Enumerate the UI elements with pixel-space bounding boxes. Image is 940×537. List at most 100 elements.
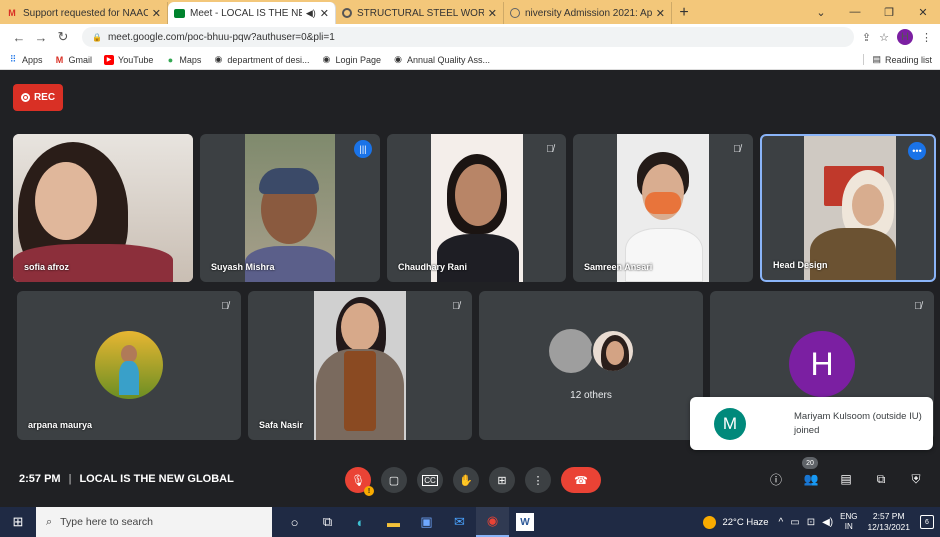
weather-widget[interactable]: 22°C Haze (703, 515, 769, 529)
more-options-icon[interactable]: ••• (908, 142, 926, 160)
url-field[interactable]: 🔒 meet.google.com/poc-bhuu-pqw?authuser=… (82, 27, 854, 47)
participant-name: Samreen Ansari (584, 262, 653, 272)
gmail-icon: M (55, 54, 64, 65)
gmail-icon: M (8, 8, 16, 18)
host-controls-button[interactable]: ⛨ (906, 469, 926, 489)
language-indicator[interactable]: ENG IN (840, 512, 857, 531)
meet-icon (174, 8, 185, 18)
lock-icon: 🔒 (92, 32, 102, 42)
more-options-button[interactable]: ⋮ (525, 467, 551, 493)
notification-center-icon[interactable]: 6 (920, 515, 934, 529)
windows-taskbar: ⊞ ⌕ Type here to search ○ ⧉ ◐ ▬ ▣ ✉ ◉ W … (0, 507, 940, 537)
tab-search-icon[interactable]: ⌄ (804, 6, 838, 19)
forward-icon[interactable]: → (30, 30, 52, 45)
bookmark-maps[interactable]: ● Maps (165, 55, 202, 65)
bookmark-youtube[interactable]: ▶ YouTube (104, 54, 153, 65)
more-vert-icon: ⋮ (532, 474, 544, 487)
new-tab-button[interactable]: + (672, 2, 696, 24)
star-icon[interactable]: ☆ (879, 31, 889, 44)
participant-video (245, 134, 335, 282)
bookmark-gmail[interactable]: M Gmail (55, 54, 92, 65)
speaking-indicator-icon: ||| (354, 140, 372, 158)
system-tray: 22°C Haze ^ ▭ ⊡ ◀) ENG IN 2:57 PM 12/13/… (703, 507, 940, 537)
participant-tile[interactable]: ||| Suyash Mishra (200, 134, 380, 282)
participant-tile[interactable]: sofia afroz (13, 134, 193, 282)
bookmark-login[interactable]: ◉ Login Page (321, 54, 381, 65)
captions-button[interactable]: CC (417, 467, 443, 493)
participant-tile[interactable]: 🎙̸ Safa Nasir (248, 291, 472, 440)
browser-tab-bar: M Support requested for NAAC Crit ✕ Meet… (0, 0, 940, 24)
close-window-button[interactable]: ✕ (906, 6, 940, 19)
task-view-icon[interactable]: ⧉ (311, 507, 344, 537)
participant-tile[interactable]: 🎙̸ Samreen Ansari (573, 134, 753, 282)
mic-off-icon: 🎙̸ (221, 300, 229, 312)
youtube-icon: ▶ (104, 54, 115, 65)
volume-icon[interactable]: ◀) (822, 517, 833, 528)
tab-title: STRUCTURAL STEEL WORK Unit (357, 7, 484, 19)
bookmark-apps[interactable]: ⠿ Apps (8, 54, 43, 65)
tab-gmail[interactable]: M Support requested for NAAC Crit ✕ (0, 2, 168, 24)
windows-start-icon[interactable]: ⊞ (0, 514, 36, 530)
bookmark-annual-quality[interactable]: ◉ Annual Quality Ass... (393, 54, 490, 65)
close-tab-icon[interactable]: ✕ (320, 7, 329, 20)
close-tab-icon[interactable]: ✕ (656, 7, 665, 20)
chrome-icon[interactable]: ◉ (476, 507, 509, 537)
tab-meet[interactable]: Meet - LOCAL IS THE NEW G ◀) ✕ (168, 2, 336, 24)
battery-icon[interactable]: ▭ (790, 517, 799, 528)
participant-tile[interactable]: ••• Head Design (760, 134, 936, 282)
people-icon: 👥 (803, 472, 819, 486)
taskbar-search-box[interactable]: ⌕ Type here to search (36, 507, 272, 537)
participant-video (314, 291, 406, 440)
participant-avatar (591, 329, 635, 373)
participant-avatar: H (789, 331, 855, 397)
chevron-up-icon[interactable]: ^ (779, 517, 784, 528)
apps-grid-icon: ⠿ (9, 54, 17, 64)
edge-icon[interactable]: ◐ (344, 507, 377, 537)
menu-icon[interactable]: ⋮ (921, 31, 932, 44)
others-tile[interactable]: 12 others (479, 291, 703, 440)
meeting-details-button[interactable]: ⓘ (766, 469, 786, 489)
window-controls: ⌄ — ❐ ✕ (804, 0, 940, 24)
profile-avatar[interactable]: H (897, 29, 913, 45)
activities-button[interactable]: ⧉ (871, 469, 891, 489)
globe-icon (510, 8, 520, 18)
close-tab-icon[interactable]: ✕ (152, 7, 161, 20)
participant-tile[interactable]: 🎙̸ arpana maurya (17, 291, 241, 440)
tab-title: niversity Admission 2021: Applic (525, 7, 652, 19)
bookmark-department[interactable]: ◉ department of desi... (213, 54, 309, 65)
mic-off-icon: 🎙̸ (546, 143, 554, 155)
taskbar-clock[interactable]: 2:57 PM 12/13/2021 (867, 511, 910, 532)
tab-structural[interactable]: STRUCTURAL STEEL WORK Unit ✕ (336, 2, 504, 24)
people-button[interactable]: 20 👥 (801, 457, 821, 489)
back-icon[interactable]: ← (8, 30, 30, 45)
reading-list[interactable]: ▤ Reading list (863, 54, 932, 65)
mail-icon[interactable]: ✉ (443, 507, 476, 537)
camera-toggle-button[interactable]: ▢ (381, 467, 407, 493)
reload-icon[interactable]: ↻ (52, 29, 74, 45)
chat-button[interactable]: ▤ (836, 469, 856, 489)
mic-toggle-button[interactable]: 🎙 ! (345, 467, 374, 496)
minimize-button[interactable]: — (838, 6, 872, 18)
taskbar-apps: ○ ⧉ ◐ ▬ ▣ ✉ ◉ W (278, 507, 541, 537)
cortana-icon[interactable]: ○ (278, 507, 311, 537)
warning-icon: ! (364, 486, 374, 496)
restore-button[interactable]: ❐ (872, 6, 906, 19)
present-button[interactable]: ⊞ (489, 467, 515, 493)
file-explorer-icon[interactable]: ▬ (377, 507, 410, 537)
participant-tile[interactable]: 🎙̸ Chaudhary Rani (387, 134, 566, 282)
share-icon[interactable]: ⇪ (862, 31, 871, 44)
word-icon[interactable]: W (516, 513, 534, 531)
tab-admission[interactable]: niversity Admission 2021: Applic ✕ (504, 2, 672, 24)
leave-call-button[interactable]: ☎ (561, 467, 601, 493)
raise-hand-button[interactable]: ✋ (453, 467, 479, 493)
mic-off-icon: 🎙 (351, 474, 365, 487)
search-icon: ⌕ (46, 515, 53, 528)
info-icon: ⓘ (769, 472, 782, 487)
chat-icon: ▤ (840, 472, 852, 486)
network-icon[interactable]: ⊡ (807, 517, 815, 528)
close-tab-icon[interactable]: ✕ (488, 7, 497, 20)
recording-badge[interactable]: REC (13, 84, 63, 111)
mic-off-icon: 🎙̸ (733, 143, 741, 155)
participant-name: Safa Nasir (259, 420, 304, 430)
store-icon[interactable]: ▣ (410, 507, 443, 537)
